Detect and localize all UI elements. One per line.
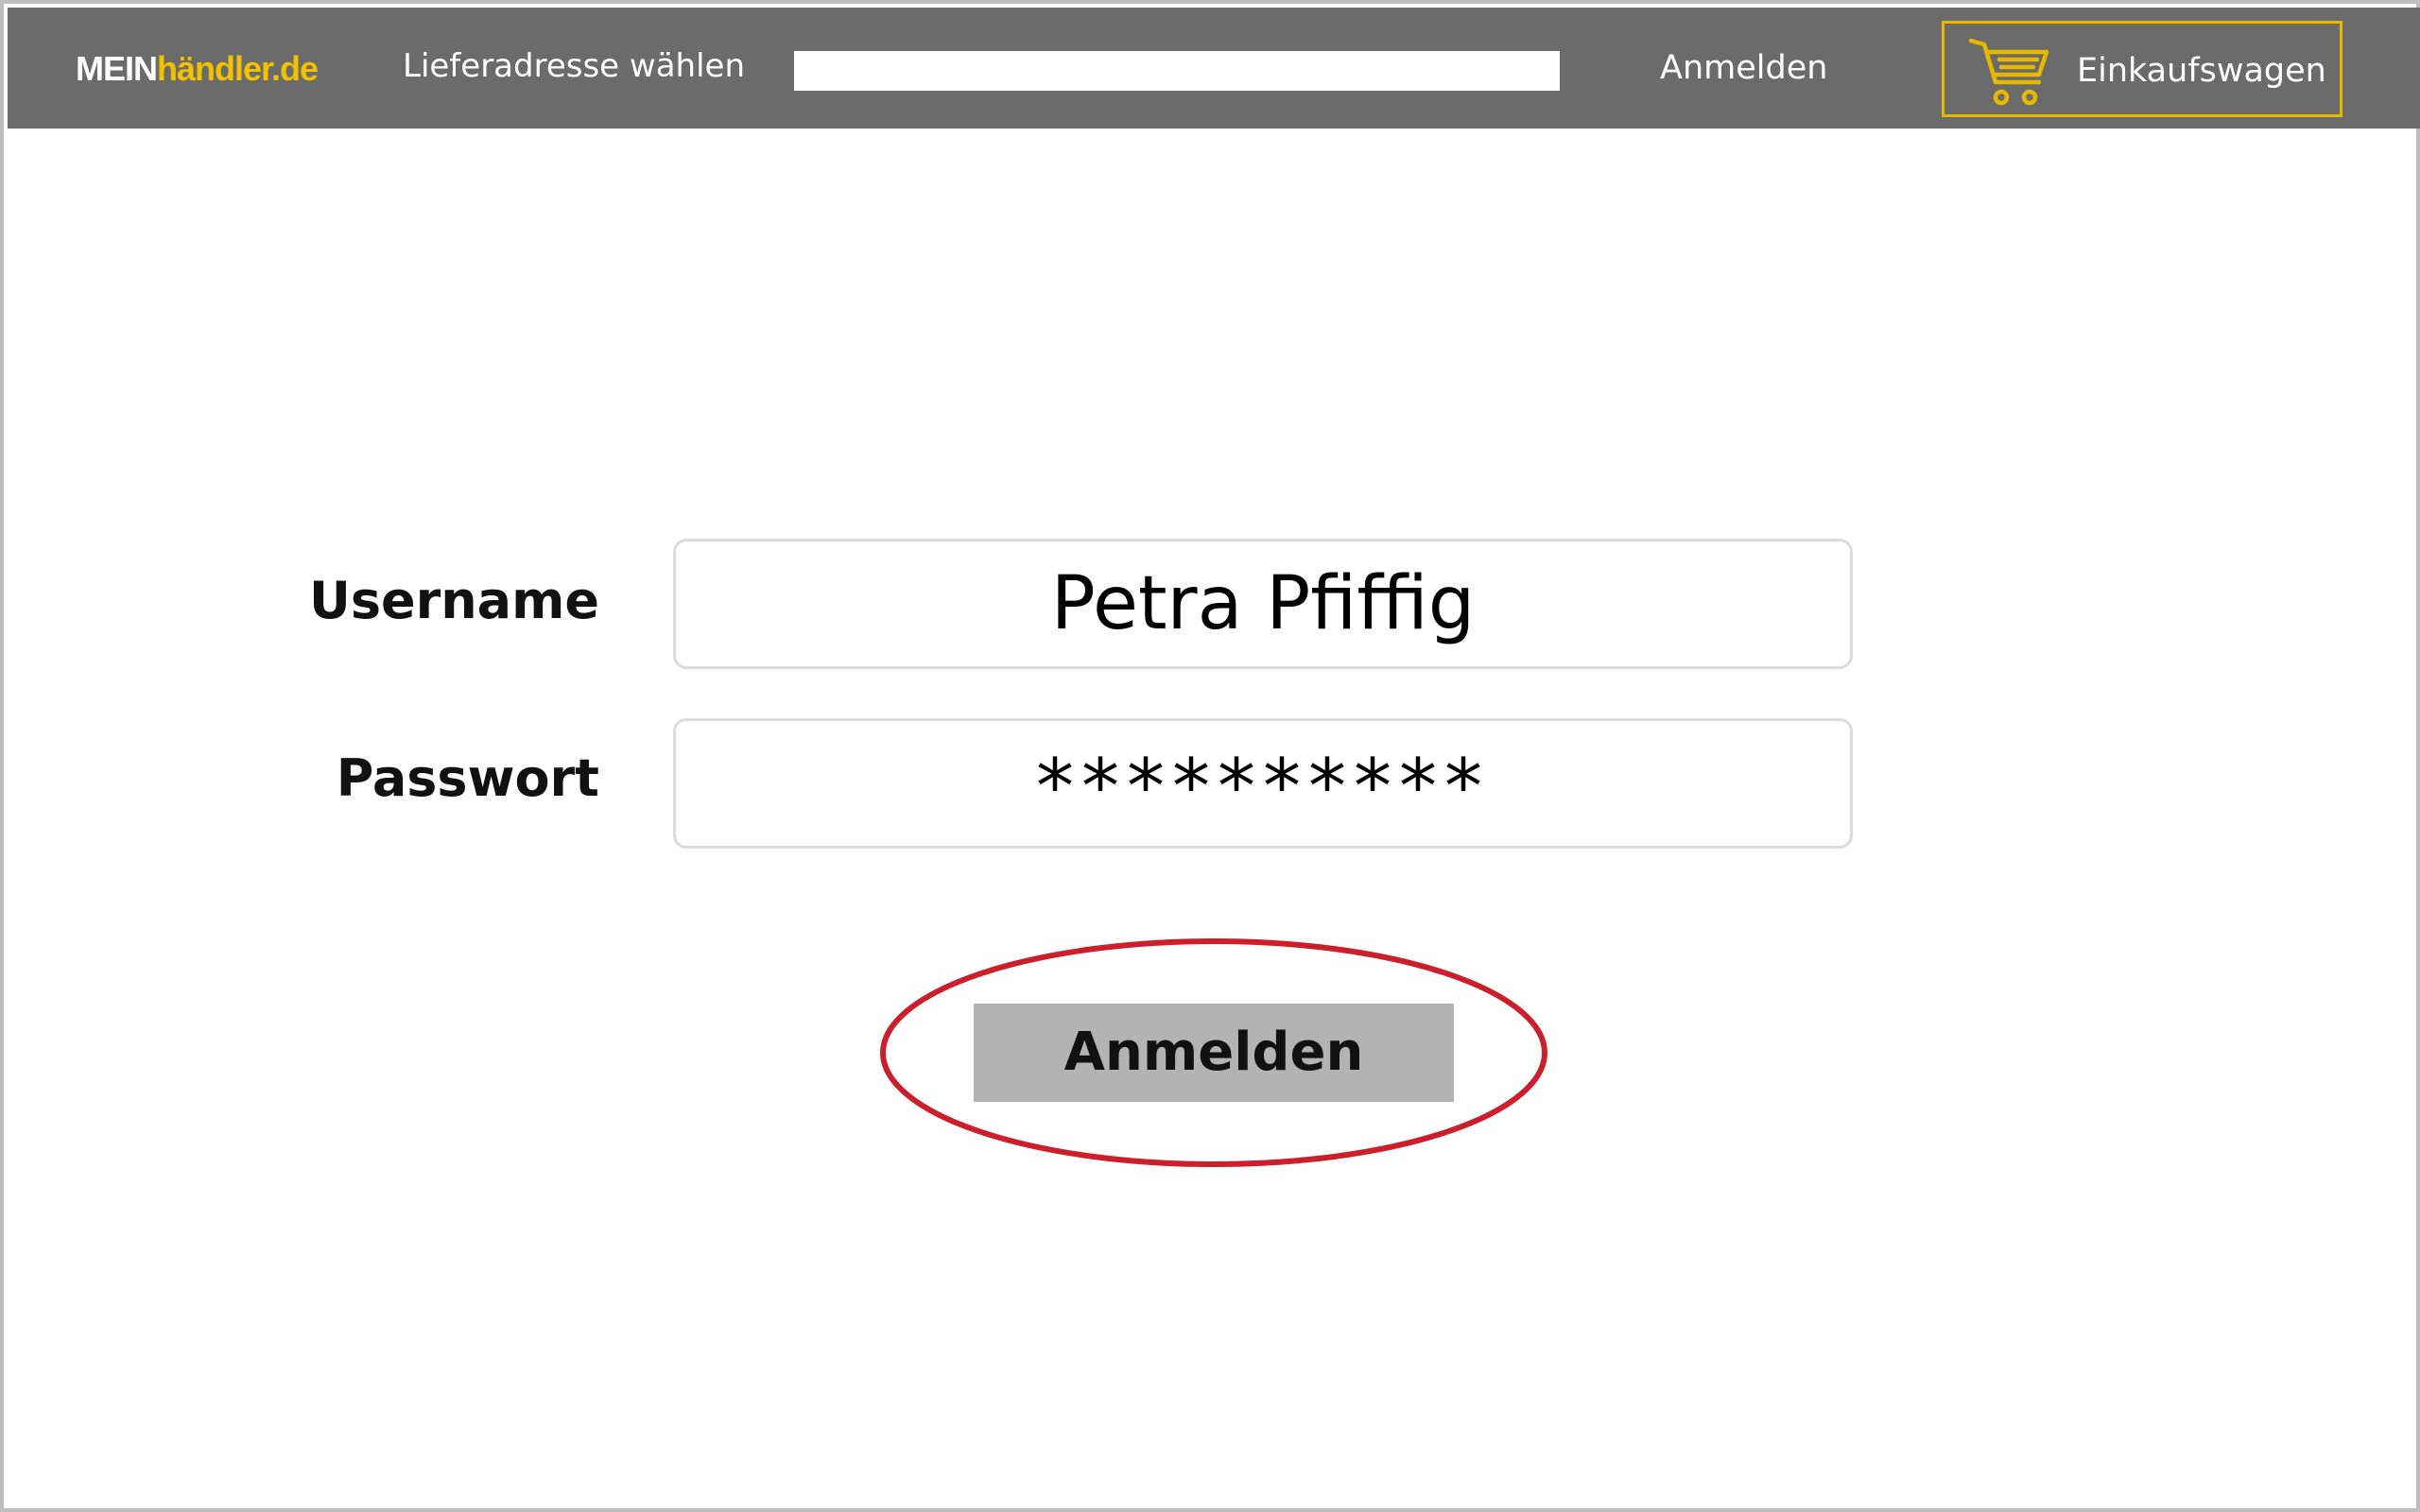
site-logo[interactable]: MEINhändler.de [76,49,319,89]
login-submit-button[interactable]: Anmelden [974,1004,1454,1102]
top-navigation-bar: MEINhändler.de Lieferadresse wählen Anme… [8,8,2420,129]
header-login-link[interactable]: Anmelden [1660,49,1827,87]
password-label: Passwort [336,748,599,808]
delivery-address-link[interactable]: Lieferadresse wählen [403,47,745,85]
username-field[interactable]: Petra Pfiffig [673,539,1853,669]
username-label: Username [308,571,599,630]
logo-text-mein: MEIN [76,49,158,88]
search-input[interactable] [794,51,1560,91]
shopping-cart-icon [1968,38,2049,106]
cart-label: Einkaufswagen [2077,52,2326,90]
logo-text-haendler: händler.de [157,49,319,88]
password-field[interactable]: ********** [673,718,1853,849]
browser-frame: MEINhändler.de Lieferadresse wählen Anme… [0,0,2420,1512]
cart-button[interactable]: Einkaufswagen [1942,21,2342,117]
